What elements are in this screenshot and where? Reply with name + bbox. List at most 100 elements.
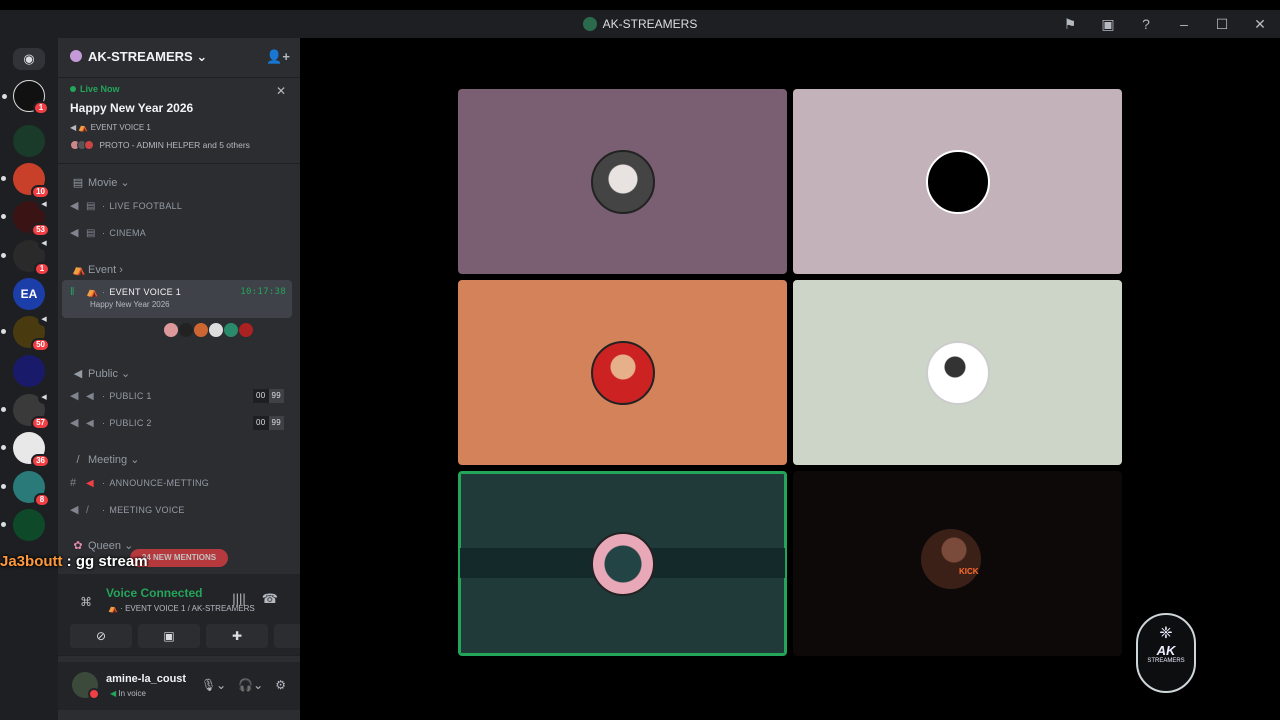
speaker-icon: ◀: [38, 392, 50, 404]
live-event-channel: ◀ ⛺ EVENT VOICE 1: [70, 123, 151, 132]
speaker-muted-icon: ◀: [70, 417, 79, 429]
film-icon: ▤: [72, 177, 84, 189]
unread-badge: 1: [33, 101, 49, 115]
speaker-icon: ◀: [38, 238, 50, 250]
invite-people-icon[interactable]: 👤+: [266, 49, 290, 65]
avatar: [590, 340, 655, 405]
signal-icon[interactable]: ⌘: [80, 595, 92, 609]
server-icon-8[interactable]: [13, 355, 45, 387]
live-event-title: Happy New Year 2026: [70, 101, 194, 115]
channel-meeting-voice[interactable]: ◀ / · MEETING VOICE: [70, 498, 290, 522]
voice-status[interactable]: Voice Connected: [106, 586, 202, 600]
avatar[interactable]: [72, 672, 100, 700]
participant-tile[interactable]: [458, 280, 787, 465]
avatar: [925, 340, 990, 405]
participant-tile[interactable]: KICK: [793, 471, 1122, 656]
flag-icon[interactable]: ⚑: [1060, 16, 1080, 33]
avatar: [590, 149, 655, 214]
speaker-muted-icon: ◀: [70, 200, 79, 212]
server-icon-7[interactable]: ◀ 50: [1, 314, 50, 352]
user-panel: amine-la_coust ◀ In voice 🎙⌄ 🎧⌄ ⚙: [58, 662, 300, 710]
activities-button[interactable]: ✚: [206, 624, 268, 648]
live-event-card[interactable]: Live Now Happy New Year 2026 ◀ ⛺ EVENT V…: [58, 78, 300, 164]
avatar: [590, 531, 655, 596]
avatar: [925, 149, 990, 214]
minimize-button[interactable]: –: [1174, 16, 1194, 33]
speaker-icon: ◀: [38, 314, 50, 326]
close-window-button[interactable]: ✕: [1250, 16, 1270, 33]
channel-public-1[interactable]: ◀ ◀ · PUBLIC 1 00 99: [70, 384, 290, 408]
speaker-icon: ◀: [73, 368, 83, 380]
server-icon-10[interactable]: 36: [1, 432, 50, 468]
film-icon: ▤: [86, 201, 96, 212]
category-movie[interactable]: ▤ Movie ⌄: [72, 176, 130, 189]
maximize-button[interactable]: ☐: [1212, 16, 1232, 33]
channel-sidebar: AK-STREAMERS ⌄ 👤+ Live Now Happy New Yea…: [58, 38, 336, 720]
help-icon[interactable]: ?: [1136, 16, 1156, 33]
kick-label: KICK: [959, 567, 979, 576]
speaker-icon: ◀ ⛺: [70, 123, 91, 132]
server-icon-9[interactable]: ◀ 57: [1, 392, 50, 430]
speaker-muted-icon: ◀: [70, 504, 79, 516]
category-meeting[interactable]: / Meeting ⌄: [72, 453, 139, 466]
channel-live-football[interactable]: ◀ ▤ · LIVE FOOTBALL: [70, 194, 290, 218]
ak-streamers-watermark: ❈ AK STREAMERS: [1136, 613, 1196, 693]
inbox-icon[interactable]: ▣: [1098, 16, 1118, 33]
noise-suppression-icon[interactable]: ||||: [232, 591, 246, 607]
headphones-icon[interactable]: 🎧⌄: [238, 678, 263, 692]
username[interactable]: amine-la_coust: [106, 673, 186, 685]
user-limit-badge: 00 99: [253, 389, 284, 403]
server-rail: ◉ 1 10 ◀ 53 ◀ 1 EA ◀ 50 ◀ 57 36 8: [0, 38, 58, 720]
channel-event-voice-1[interactable]: ‖ ⛺ · EVENT VOICE 1 10:17:38 Happy New Year…: [62, 280, 292, 318]
flower-icon: ✿: [73, 540, 83, 552]
voice-participants[interactable]: [163, 322, 254, 338]
server-icon-11[interactable]: 8: [1, 471, 50, 507]
server-icon-vacation[interactable]: 1: [2, 80, 49, 115]
channel-announce-metting[interactable]: # ◀ · ANNOUNCE-METTING: [70, 471, 290, 495]
tent-icon: ⛺ ·: [108, 604, 126, 613]
microphone-icon: /: [76, 454, 80, 466]
category-event[interactable]: ⛺ Event ›: [72, 263, 123, 276]
chevron-down-icon: ⌄: [196, 49, 208, 64]
hashtag-icon: #: [70, 477, 77, 489]
server-icon-4[interactable]: ◀ 53: [1, 199, 50, 237]
server-icon-ea[interactable]: EA: [13, 278, 45, 310]
disconnect-icon[interactable]: ☎: [262, 591, 278, 607]
server-icon-3[interactable]: 10: [1, 163, 50, 199]
voice-timer: 10:17:38: [240, 287, 286, 297]
stream-chat-overlay: Ja3boutt : gg stream: [0, 553, 148, 570]
channel-status: Happy New Year 2026: [90, 300, 170, 309]
voice-active-icon: ‖: [70, 286, 75, 298]
microphone-icon[interactable]: 🎙⌄: [201, 678, 226, 692]
megaphone-icon: ◀: [86, 478, 94, 489]
microphone-icon: /: [86, 505, 90, 516]
channel-cinema[interactable]: ◀ ▤ · CINEMA: [70, 221, 290, 245]
screen-share-button[interactable]: ▣: [138, 624, 200, 648]
gear-icon[interactable]: ⚙: [275, 678, 286, 692]
category-queen[interactable]: ✿ Queen ⌄: [72, 539, 133, 552]
kick-avatar: KICK: [921, 529, 991, 601]
live-event-participants: PROTO - ADMIN HELPER and 5 others: [70, 140, 290, 150]
channel-public-2[interactable]: ◀ ◀ · PUBLIC 2 00 99: [70, 411, 290, 435]
server-icon-12[interactable]: [1, 509, 45, 541]
speaker-muted-icon: ◀: [70, 390, 79, 402]
speaker-muted-icon: ◀: [70, 227, 79, 239]
discord-home-icon[interactable]: ◉: [13, 48, 45, 70]
participant-tile[interactable]: [458, 89, 787, 274]
server-icon-5[interactable]: ◀ 1: [1, 238, 50, 276]
user-limit-badge: 00 99: [253, 416, 284, 430]
server-icon-ak[interactable]: [13, 125, 45, 157]
film-icon: ▤: [86, 228, 96, 239]
participant-tile[interactable]: [793, 280, 1122, 465]
title-bar: AK-STREAMERS ⚑ ▣ ? – ☐ ✕: [0, 0, 1280, 38]
close-icon[interactable]: ✕: [276, 84, 286, 98]
server-icon: [582, 17, 597, 31]
user-status: ◀ In voice: [110, 689, 146, 698]
speaker-icon: ◀: [38, 199, 50, 211]
server-header[interactable]: AK-STREAMERS ⌄ 👤+: [58, 38, 300, 78]
camera-off-button[interactable]: ⊘: [70, 624, 132, 648]
participant-tile-speaking[interactable]: [458, 471, 787, 656]
participant-tile[interactable]: [793, 89, 1122, 274]
category-public[interactable]: ◀ Public ⌄: [72, 367, 130, 380]
eagle-icon: ❈: [1159, 625, 1173, 642]
